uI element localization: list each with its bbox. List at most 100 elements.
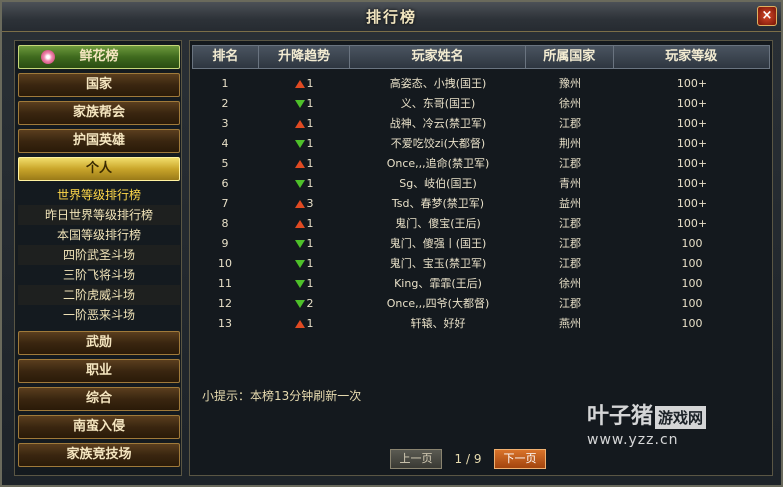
table-row[interactable]: 10 1 鬼门、宝玉(禁卫军) 江郡 100 (192, 254, 770, 274)
trend-change: 1 (306, 257, 314, 270)
country-cell: 益州 (559, 197, 581, 210)
arrow-down-icon (294, 280, 305, 288)
sub-item[interactable]: 三阶飞将斗场 (18, 265, 180, 285)
rank-cell: 7 (221, 197, 229, 210)
player-name-cell: 战神、冷云(禁卫军) (389, 117, 487, 130)
rank-cell: 3 (221, 117, 229, 130)
trend-cell: 1 (258, 274, 350, 294)
sidebar-item-personal[interactable]: 个人 (18, 157, 180, 181)
trend-cell: 1 (258, 134, 350, 154)
rank-cell: 13 (218, 317, 232, 330)
rank-cell: 6 (221, 177, 229, 190)
category-sidebar: 鲜花榜 国家家族帮会护国英雄 个人 世界等级排行榜 昨日世界等级排行榜 本国等级排行… (14, 40, 182, 476)
trend-change: 1 (306, 97, 314, 110)
level-cell: 100 (681, 257, 703, 270)
sub-item[interactable]: 本国等级排行榜 (18, 225, 180, 245)
sub-category-list: 世界等级排行榜 昨日世界等级排行榜 本国等级排行榜 四阶武圣斗场 三阶飞将斗场 二阶虎威斗… (18, 185, 180, 325)
sidebar-item-after-2[interactable]: 综合 (18, 387, 180, 411)
sidebar-item-after-1[interactable]: 职业 (18, 359, 180, 383)
table-row[interactable]: 7 3 Tsd、春梦(禁卫军) 益州 100+ (192, 194, 770, 214)
trend-change: 1 (306, 217, 314, 230)
level-cell: 100 (681, 317, 703, 330)
sub-item[interactable]: 二阶虎威斗场 (18, 285, 180, 305)
table-row[interactable]: 3 1 战神、冷云(禁卫军) 江郡 100+ (192, 114, 770, 134)
arrow-up-icon (294, 120, 305, 128)
ranking-rows: 1 1 高姿态、小拽(国王) 豫州 100+ 2 1 义、东哥(国王) 徐州 100+ 3 1 战神、冷… (192, 74, 770, 334)
sidebar-item-after-0[interactable]: 武勋 (18, 331, 180, 355)
table-row[interactable]: 13 1 轩辕、好好 燕州 100 (192, 314, 770, 334)
prev-page-button[interactable]: 上一页 (390, 449, 442, 469)
player-name-cell: 鬼门、宝玉(禁卫军) (389, 257, 487, 270)
table-header: 排名 升降趋势 玩家姓名 所属国家 玩家等级 (192, 45, 770, 69)
table-row[interactable]: 11 1 King、霏霏(王后) 徐州 100 (192, 274, 770, 294)
table-row[interactable]: 2 1 义、东哥(国王) 徐州 100+ (192, 94, 770, 114)
player-name-cell: 鬼门、傻强丨(国王) (389, 237, 487, 250)
trend-cell: 1 (258, 114, 350, 134)
sub-item[interactable]: 一阶恶来斗场 (18, 305, 180, 325)
level-cell: 100+ (676, 157, 708, 170)
player-name-cell: Sg、岐伯(国王) (399, 177, 477, 190)
trend-change: 3 (306, 197, 314, 210)
sub-item[interactable]: 四阶武圣斗场 (18, 245, 180, 265)
sidebar-item-label: 鲜花榜 (79, 49, 119, 64)
rank-cell: 5 (221, 157, 229, 170)
table-row[interactable]: 6 1 Sg、岐伯(国王) 青州 100+ (192, 174, 770, 194)
table-row[interactable]: 4 1 不爱吃饺zi(大都督) 荆州 100+ (192, 134, 770, 154)
trend-cell: 2 (258, 294, 350, 314)
sidebar-item-before-2[interactable]: 护国英雄 (18, 129, 180, 153)
trend-cell: 1 (258, 94, 350, 114)
watermark-brand: 叶子猪 (587, 404, 654, 429)
ranking-window: 排行榜 × 鲜花榜 国家家族帮会护国英雄 个人 世界等级排行榜 昨日世界等级排行榜… (0, 0, 783, 487)
table-row[interactable]: 8 1 鬼门、傻宝(王后) 江郡 100+ (192, 214, 770, 234)
country-cell: 江郡 (559, 237, 581, 250)
sidebar-item-after-3[interactable]: 南蛮入侵 (18, 415, 180, 439)
country-cell: 荆州 (559, 137, 581, 150)
header-country[interactable]: 所属国家 (526, 46, 614, 68)
sub-item[interactable]: 昨日世界等级排行榜 (18, 205, 180, 225)
arrow-up-icon (294, 200, 305, 208)
sidebar-item-before-0[interactable]: 国家 (18, 73, 180, 97)
trend-change: 1 (306, 237, 314, 250)
sidebar-item-flowers[interactable]: 鲜花榜 (18, 45, 180, 69)
trend-change: 1 (306, 137, 314, 150)
table-row[interactable]: 5 1 Once,,,追命(禁卫军) 江郡 100+ (192, 154, 770, 174)
header-level[interactable]: 玩家等级 (614, 46, 769, 68)
header-trend[interactable]: 升降趋势 (259, 46, 351, 68)
header-rank[interactable]: 排名 (193, 46, 259, 68)
trend-change: 1 (306, 317, 314, 330)
close-button[interactable]: × (757, 6, 777, 26)
sidebar-item-before-1[interactable]: 家族帮会 (18, 101, 180, 125)
table-row[interactable]: 12 2 Once,,,四爷(大都督) 江郡 100 (192, 294, 770, 314)
player-name-cell: 义、东哥(国王) (400, 97, 476, 110)
trend-cell: 1 (258, 174, 350, 194)
country-cell: 徐州 (559, 277, 581, 290)
arrow-up-icon (294, 80, 305, 88)
table-row[interactable]: 9 1 鬼门、傻强丨(国王) 江郡 100 (192, 234, 770, 254)
level-cell: 100+ (676, 177, 708, 190)
watermark-box: 游戏网 (655, 405, 707, 429)
header-player-name[interactable]: 玩家姓名 (350, 46, 526, 68)
trend-change: 1 (306, 117, 314, 130)
sub-item[interactable]: 世界等级排行榜 (18, 185, 180, 205)
flower-icon (41, 50, 55, 64)
player-name-cell: Tsd、春梦(禁卫军) (391, 197, 485, 210)
level-cell: 100 (681, 297, 703, 310)
trend-cell: 1 (258, 254, 350, 274)
player-name-cell: King、霏霏(王后) (394, 277, 482, 290)
trend-change: 1 (306, 277, 314, 290)
arrow-down-icon (294, 100, 305, 108)
sidebar-item-after-4[interactable]: 家族竞技场 (18, 443, 180, 467)
level-cell: 100+ (676, 137, 708, 150)
rank-cell: 11 (218, 277, 232, 290)
trend-cell: 1 (258, 314, 350, 334)
trend-cell: 1 (258, 74, 350, 94)
window-title: 排行榜 (365, 8, 417, 26)
trend-cell: 1 (258, 154, 350, 174)
arrow-down-icon (294, 140, 305, 148)
arrow-down-icon (294, 240, 305, 248)
table-row[interactable]: 1 1 高姿态、小拽(国王) 豫州 100+ (192, 74, 770, 94)
player-name-cell: 鬼门、傻宝(王后) (395, 217, 481, 230)
next-page-button[interactable]: 下一页 (494, 449, 546, 469)
country-cell: 江郡 (559, 157, 581, 170)
level-cell: 100+ (676, 77, 708, 90)
